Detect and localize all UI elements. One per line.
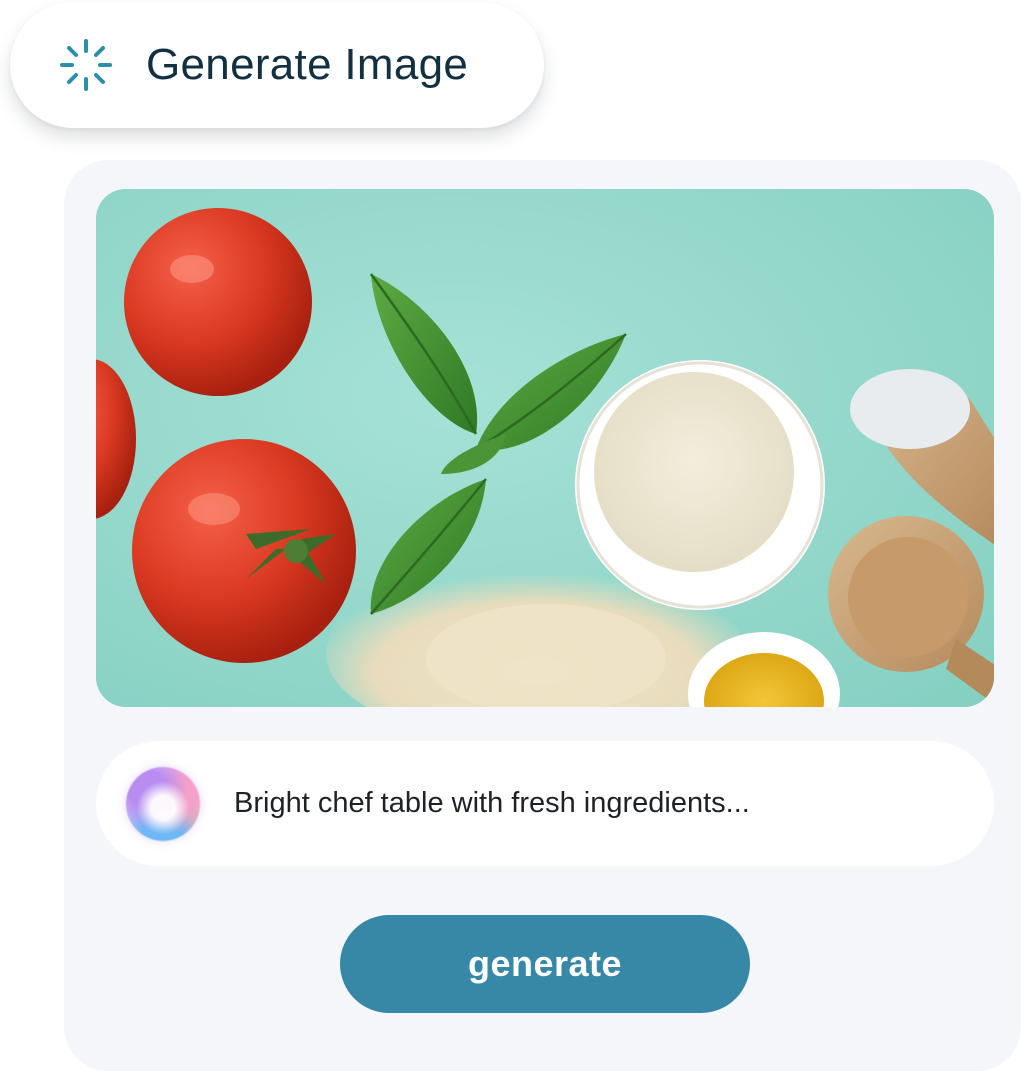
ai-orb-icon xyxy=(126,766,200,841)
food-photo-icon xyxy=(96,189,994,707)
page-title: Generate Image xyxy=(146,40,469,89)
spinner-icon xyxy=(60,39,112,91)
app-stage: Generate Image Bright chef table with fr… xyxy=(0,0,1021,1071)
prompt-input-bar[interactable]: Bright chef table with fresh ingredients… xyxy=(96,741,994,866)
prompt-text: Bright chef table with fresh ingredients… xyxy=(234,787,750,819)
generate-button[interactable]: generate xyxy=(340,915,750,1013)
generated-image xyxy=(96,189,994,707)
generate-image-header: Generate Image xyxy=(10,2,544,128)
generator-card: Bright chef table with fresh ingredients… xyxy=(64,160,1021,1071)
